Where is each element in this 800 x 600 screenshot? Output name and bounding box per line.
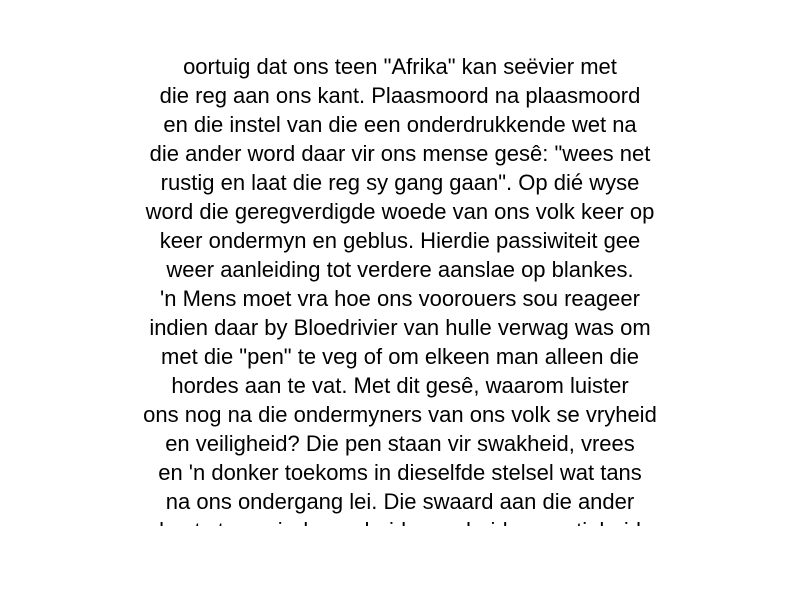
text-line: oortuig dat ons teen "Afrika" kan seëvie…	[183, 54, 617, 79]
text-line: kant staan vir dapperheid, waarheid, ger…	[0, 516, 800, 526]
text-line: en veiligheid? Die pen staan vir swakhei…	[165, 431, 635, 456]
text-line: na ons ondergang lei. Die swaard aan die…	[165, 489, 635, 514]
text-line: en die instel van die een onderdrukkende…	[163, 112, 637, 137]
text-line: hordes aan te vat. Met dit gesê, waarom …	[171, 373, 629, 398]
text-line: indien daar by Bloedrivier van hulle ver…	[149, 315, 651, 340]
text-line: met die "pen" te veg of om elkeen man al…	[161, 344, 639, 369]
text-line: die reg aan ons kant. Plaasmoord na plaa…	[159, 83, 641, 108]
text-line: rustig en laat die reg sy gang gaan". Op…	[160, 170, 640, 195]
text-line: keer ondermyn en geblus. Hierdie passiwi…	[159, 228, 641, 253]
text-line: weer aanleiding tot verdere aanslae op b…	[166, 257, 634, 282]
text-line: en 'n donker toekoms in dieselfde stelse…	[158, 460, 642, 485]
document-text: oortuig dat ons teen "Afrika" kan seëvie…	[0, 52, 800, 526]
text-line: ons nog na die ondermyners van ons volk …	[143, 402, 657, 427]
text-line: 'n Mens moet vra hoe ons voorouers sou r…	[160, 286, 640, 311]
document-viewport: oortuig dat ons teen "Afrika" kan seëvie…	[0, 50, 800, 526]
text-line: word die geregverdigde woede van ons vol…	[145, 199, 655, 224]
text-line: die ander word daar vir ons mense gesê: …	[149, 141, 651, 166]
